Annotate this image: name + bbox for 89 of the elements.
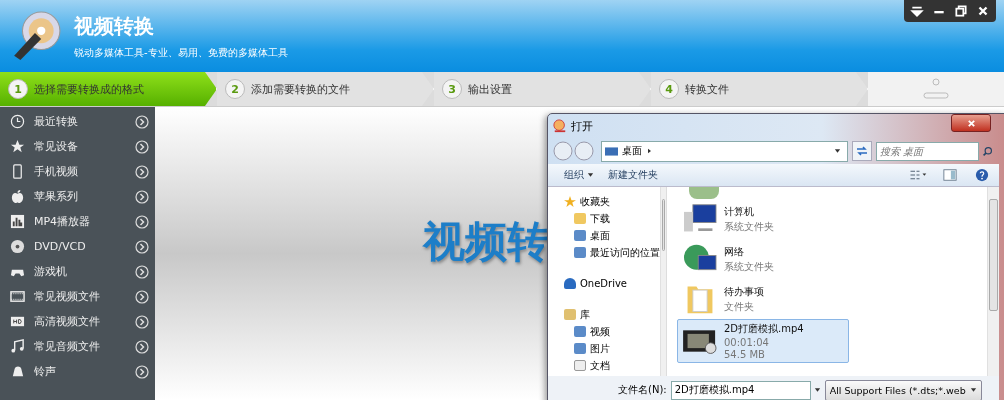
restore-icon[interactable] — [952, 3, 970, 19]
step-number: 2 — [225, 79, 245, 99]
refresh-icon[interactable] — [852, 141, 872, 161]
scrollbar[interactable] — [660, 187, 666, 376]
sidebar-item[interactable]: 手机视频 — [0, 159, 155, 184]
chevron-right-icon[interactable] — [135, 364, 149, 379]
file-name: 网络 — [724, 244, 745, 259]
filename-field[interactable]: 2D打磨模拟.mp4 — [670, 380, 811, 400]
disc-icon — [10, 239, 25, 254]
close-button[interactable] — [951, 114, 991, 132]
file-item[interactable]: 计算机 系统文件夹 — [677, 199, 849, 239]
step-number: 1 — [8, 79, 28, 99]
sidebar-item[interactable]: 高清视频文件 — [0, 309, 155, 334]
chevron-right-icon[interactable] — [135, 314, 149, 329]
nav-item[interactable]: 图片 — [564, 340, 660, 357]
app-icon — [553, 119, 567, 133]
star-icon — [10, 139, 25, 154]
filename-label: 文件名(N): — [618, 383, 667, 397]
search-icon — [981, 145, 994, 157]
view-options-icon[interactable] — [909, 168, 927, 182]
hd-icon — [10, 314, 25, 329]
file-type-dropdown[interactable]: All Support Files (*.dts;*.web — [824, 379, 982, 400]
nav-item[interactable]: 最近访问的位置 — [564, 244, 660, 261]
step-tab[interactable]: 4 转换文件 — [651, 72, 868, 106]
organize-button[interactable]: 组织 — [564, 168, 594, 182]
chevron-right-icon[interactable] — [135, 264, 149, 279]
step-tab[interactable]: 2 添加需要转换的文件 — [217, 72, 434, 106]
app-subtitle: 锐动多媒体工具-专业、易用、免费的多媒体工具 — [74, 45, 288, 60]
splash-title: 视频转 — [423, 215, 549, 268]
file-name: 2D打磨模拟.mp4 — [724, 322, 804, 336]
sidebar-item[interactable]: 常见设备 — [0, 134, 155, 159]
sidebar-item[interactable]: 苹果系列 — [0, 184, 155, 209]
file-item[interactable]: 待办事项 文件夹 — [677, 279, 849, 319]
film-icon — [10, 289, 25, 304]
file-item[interactable]: 网络 系统文件夹 — [677, 239, 849, 279]
file-detail: 系统文件夹 — [724, 219, 774, 234]
bell-icon — [10, 364, 25, 379]
file-detail: 00:01:04 — [724, 337, 770, 348]
dropdown-icon — [813, 387, 821, 393]
caret-icon — [587, 172, 594, 178]
chevron-right-icon[interactable] — [135, 289, 149, 304]
app-title: 视频转换 — [74, 12, 155, 40]
chevron-right-icon[interactable] — [135, 214, 149, 229]
sidebar-item[interactable]: 常见音频文件 — [0, 334, 155, 359]
nav-item[interactable]: 收藏夹 — [564, 193, 660, 210]
sidebar-item[interactable]: MP4播放器 — [0, 209, 155, 234]
nav-item[interactable]: 库 — [564, 306, 660, 323]
sidebar-item[interactable]: 游戏机 — [0, 259, 155, 284]
nav-item[interactable]: 视频 — [564, 323, 660, 340]
sidebar-item[interactable]: 常见视频文件 — [0, 284, 155, 309]
step-tab[interactable]: 3 输出设置 — [434, 72, 651, 106]
bar-chart-icon — [10, 214, 25, 229]
dropdown-icon — [969, 387, 977, 393]
apple-icon — [10, 189, 25, 204]
scrollbar[interactable] — [987, 187, 999, 376]
chevron-right-icon[interactable] — [135, 139, 149, 154]
music-icon — [10, 339, 25, 354]
preview-pane-icon[interactable] — [941, 168, 959, 182]
step-number: 4 — [659, 79, 679, 99]
nav-item[interactable]: 下载 — [564, 210, 660, 227]
nav-item[interactable]: 文档 — [564, 357, 660, 374]
clock-icon — [10, 114, 25, 129]
chevron-right-icon[interactable] — [135, 114, 149, 129]
file-item[interactable]: 2D打磨模拟.mp4 00:01:04 54.5 MB — [677, 319, 849, 363]
chevron-right-icon[interactable] — [135, 339, 149, 354]
chevron-right-icon[interactable] — [135, 189, 149, 204]
file-detail: 系统文件夹 — [724, 259, 774, 274]
step-number: 3 — [442, 79, 462, 99]
nav-item[interactable]: OneDrive — [564, 275, 660, 292]
file-size: 54.5 MB — [724, 349, 766, 360]
sidebar-item[interactable]: 铃声 — [0, 359, 155, 384]
caret-icon — [646, 148, 653, 154]
address-bar[interactable]: 桌面 — [601, 140, 848, 162]
help-icon[interactable] — [973, 168, 991, 182]
new-folder-button[interactable]: 新建文件夹 — [608, 168, 658, 182]
close-icon — [966, 118, 976, 128]
sidebar-item[interactable]: 最近转换 — [0, 109, 155, 134]
file-detail: 文件夹 — [724, 299, 755, 314]
search-field[interactable]: 搜索 桌面 — [876, 141, 979, 161]
phone-icon — [10, 164, 25, 179]
nav-item[interactable]: 桌面 — [564, 227, 660, 244]
chevron-right-icon[interactable] — [135, 239, 149, 254]
sidebar-item[interactable]: DVD/VCD — [0, 234, 155, 259]
dropdown-icon[interactable] — [834, 148, 841, 154]
dialog-title: 打开 — [571, 118, 594, 134]
step-tab[interactable]: 1 选择需要转换成的格式 — [0, 72, 217, 106]
file-name: 待办事项 — [724, 284, 764, 299]
file-name: 计算机 — [724, 204, 755, 219]
chevron-right-icon[interactable] — [135, 164, 149, 179]
